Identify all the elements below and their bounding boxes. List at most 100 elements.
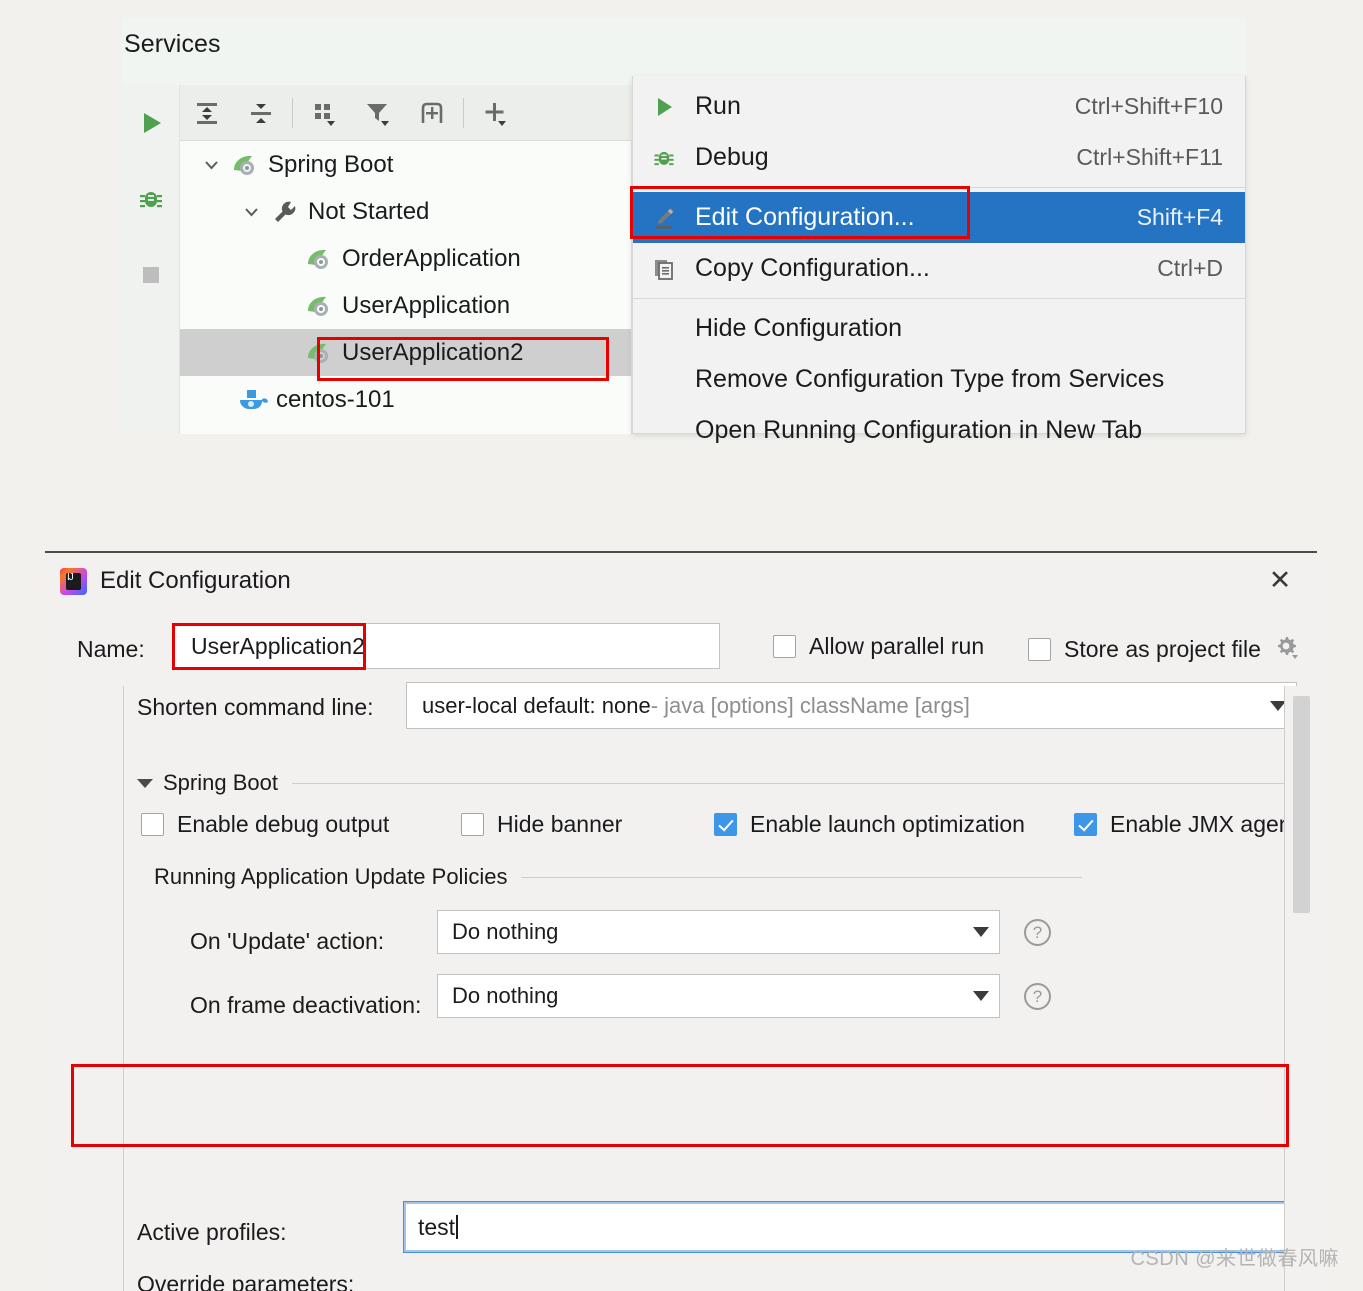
expand-all-button[interactable]: [180, 88, 234, 138]
tree-item-centos-101[interactable]: centos-101: [180, 376, 631, 423]
group-by-icon: [315, 103, 335, 126]
checkbox-label: Enable JMX agent: [1110, 811, 1298, 837]
toolbar-separator-2: [463, 97, 464, 128]
dialog-scrollbar-track[interactable]: [1284, 686, 1317, 1291]
menu-item-shortcut: Ctrl+D: [1157, 255, 1223, 281]
shorten-command-line-select[interactable]: user-local default: none - java [options…: [406, 682, 1297, 729]
context-menu: Run Ctrl+Shift+F10 Debug Ctrl+Shift+F11: [632, 76, 1246, 444]
checkbox-label: Store as project file: [1064, 635, 1261, 662]
stop-rail-button[interactable]: [122, 237, 180, 313]
tree-item-userapplication[interactable]: UserApplication: [180, 282, 631, 329]
tree-item-label: Spring Boot: [268, 150, 394, 178]
tree-item-orderapplication[interactable]: OrderApplication: [180, 235, 631, 282]
menu-item-open-running-configuration-new-tab[interactable]: Open Running Configuration in New Tab: [633, 405, 1245, 456]
menu-separator-2: [633, 298, 1245, 299]
stop-square-icon: [143, 267, 159, 283]
on-update-value: Do nothing: [452, 919, 559, 944]
allow-parallel-run-checkbox[interactable]: Allow parallel run: [773, 633, 984, 660]
add-tab-button[interactable]: [405, 88, 459, 138]
on-frame-deactivation-select[interactable]: Do nothing: [437, 974, 1000, 1018]
tree-item-label: UserApplication: [342, 291, 511, 319]
active-profiles-label: Active profiles:: [137, 1219, 287, 1245]
expand-all-icon: [197, 102, 217, 124]
spring-boot-icon: [228, 152, 262, 178]
bug-icon: [651, 145, 695, 171]
dialog-header: Edit Configuration ✕: [45, 553, 1317, 609]
group-divider: [521, 876, 1082, 878]
menu-separator-1: [633, 187, 1245, 188]
services-run-rail: [122, 85, 180, 434]
menu-item-shortcut: Shift+F4: [1136, 204, 1223, 230]
on-update-action-select[interactable]: Do nothing: [437, 910, 1000, 954]
bug-icon: [140, 192, 162, 208]
gear-icon[interactable]: [1273, 633, 1299, 665]
group-by-button[interactable]: [297, 88, 351, 138]
enable-launch-optimization-checkbox[interactable]: Enable launch optimization: [714, 811, 1025, 838]
help-icon-frame-deactivation[interactable]: ?: [1024, 983, 1051, 1010]
menu-item-remove-configuration-type[interactable]: Remove Configuration Type from Services: [633, 354, 1245, 405]
services-tree: Spring Boot Not Started OrderApplication…: [180, 141, 632, 434]
menu-item-run[interactable]: Run Ctrl+Shift+F10: [633, 81, 1245, 132]
filter-button[interactable]: [351, 88, 405, 138]
checkbox-label: Enable debug output: [177, 811, 390, 837]
tree-item-label: Not Started: [308, 197, 430, 225]
dialog-body: Shorten command line: user-local default…: [123, 682, 1317, 1291]
triangle-down-icon[interactable]: [137, 778, 153, 788]
checkbox-box[interactable]: [1028, 637, 1051, 661]
tree-item-not-started[interactable]: Not Started: [180, 188, 631, 235]
shorten-hint: - java [options] className [args]: [650, 692, 970, 718]
name-input[interactable]: UserApplication2: [172, 623, 720, 669]
docker-icon: [236, 387, 270, 413]
tree-item-label: UserApplication2: [342, 338, 524, 366]
tree-item-label: OrderApplication: [342, 244, 521, 272]
help-icon-update-action[interactable]: ?: [1024, 919, 1051, 946]
checkbox-label: Enable launch optimization: [750, 811, 1025, 837]
hide-banner-checkbox[interactable]: Hide banner: [461, 811, 622, 838]
checkbox-box[interactable]: [1074, 813, 1097, 836]
menu-item-shortcut: Ctrl+Shift+F11: [1076, 144, 1223, 170]
add-tab-icon: [421, 102, 443, 123]
intellij-idea-icon: [60, 567, 87, 595]
checkbox-box[interactable]: [773, 635, 796, 658]
menu-item-label: Run: [695, 92, 741, 120]
menu-item-debug[interactable]: Debug Ctrl+Shift+F11: [633, 132, 1245, 183]
menu-item-hide-configuration[interactable]: Hide Configuration: [633, 303, 1245, 354]
store-as-project-file-checkbox[interactable]: Store as project file: [1028, 633, 1299, 665]
chevron-down-icon[interactable]: [194, 155, 228, 174]
checkbox-box[interactable]: [461, 813, 484, 836]
enable-debug-output-checkbox[interactable]: Enable debug output: [141, 811, 389, 838]
edit-configuration-dialog: Edit Configuration ✕ Name: UserApplicati…: [45, 551, 1317, 1291]
on-frame-deactivation-label: On frame deactivation:: [190, 992, 422, 1018]
close-icon[interactable]: ✕: [1265, 565, 1295, 595]
dialog-title: Edit Configuration: [100, 567, 291, 594]
shorten-command-line-label: Shorten command line:: [137, 694, 374, 720]
run-rail-button[interactable]: [122, 85, 180, 161]
collapse-all-button[interactable]: [234, 88, 288, 138]
chevron-down-icon[interactable]: [973, 991, 989, 1001]
spring-boot-icon: [302, 340, 336, 366]
add-button[interactable]: [468, 88, 522, 138]
menu-item-edit-configuration[interactable]: Edit Configuration... Shift+F4: [633, 192, 1245, 243]
checkbox-label: Hide banner: [497, 811, 623, 837]
checkbox-box[interactable]: [141, 813, 164, 836]
menu-item-label: Copy Configuration...: [695, 254, 930, 282]
spring-boot-icon: [302, 246, 336, 272]
chevron-down-icon[interactable]: [234, 202, 268, 221]
tree-item-userapplication2[interactable]: UserApplication2: [180, 329, 631, 376]
debug-rail-button[interactable]: [122, 161, 180, 237]
chevron-down-icon[interactable]: [973, 927, 989, 937]
enable-jmx-agent-checkbox[interactable]: Enable JMX agent: [1074, 811, 1298, 838]
menu-item-copy-configuration[interactable]: Copy Configuration... Ctrl+D: [633, 243, 1245, 294]
toolbar-separator-1: [292, 97, 293, 128]
name-row: Name: UserApplication2 Allow parallel ru…: [45, 623, 1317, 675]
spring-boot-group-header[interactable]: Spring Boot: [137, 770, 1297, 796]
play-icon: [651, 94, 695, 120]
filter-icon: [367, 103, 389, 126]
on-update-action-label: On 'Update' action:: [190, 928, 385, 954]
tree-item-spring-boot[interactable]: Spring Boot: [180, 141, 631, 188]
services-title: Services: [124, 30, 221, 58]
dialog-scrollbar-thumb[interactable]: [1293, 696, 1310, 913]
checkbox-box[interactable]: [714, 813, 737, 836]
checkbox-label: Allow parallel run: [809, 633, 985, 659]
text-caret: [456, 1215, 458, 1239]
